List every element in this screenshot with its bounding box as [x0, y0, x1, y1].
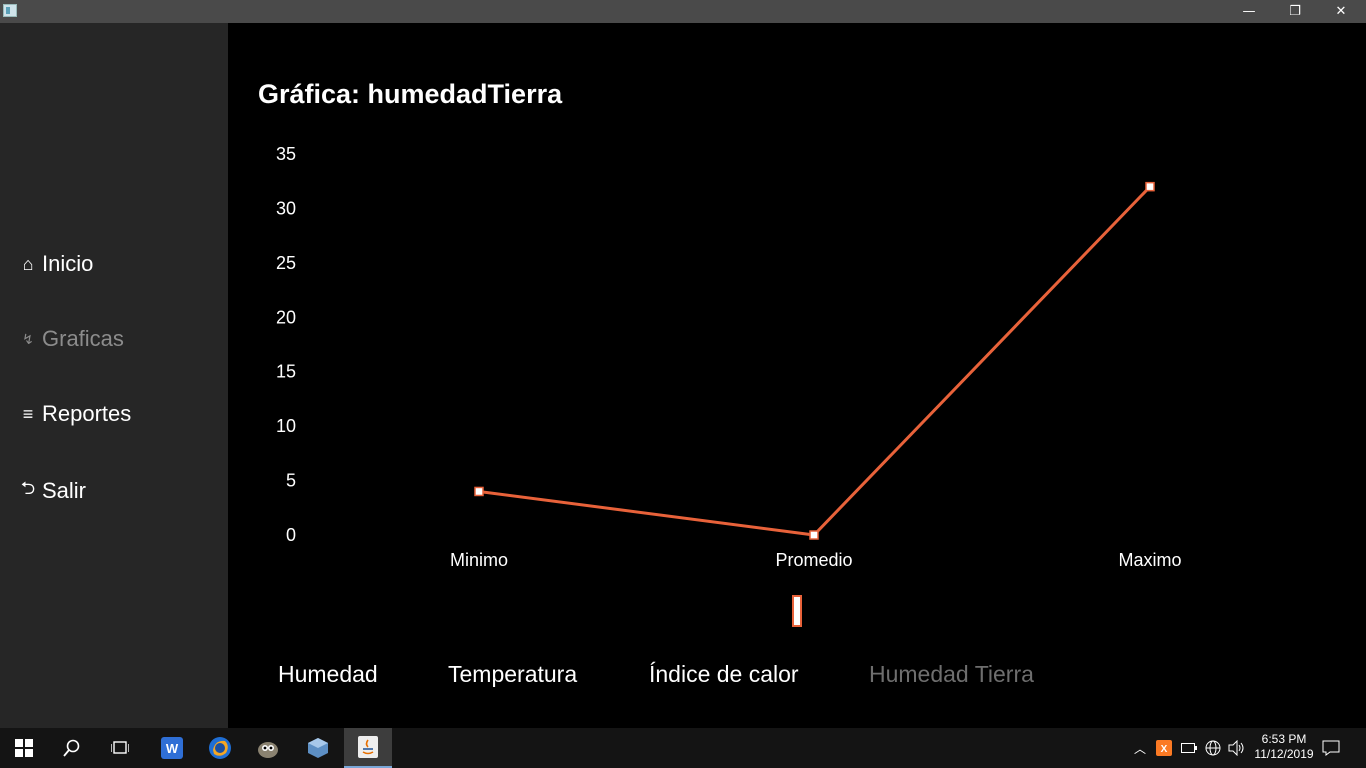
notification-icon [1322, 740, 1340, 756]
wps-icon: W [161, 737, 183, 759]
globe-icon [1205, 740, 1221, 756]
y-tick-label: 35 [276, 144, 296, 164]
sidebar-item-reportes[interactable]: ≡ Reportes [20, 401, 132, 427]
tray-battery[interactable] [1181, 728, 1197, 768]
data-point-marker[interactable] [809, 530, 819, 540]
virtualbox-icon [308, 738, 328, 758]
sidebar-item-inicio[interactable]: ⌂ Inicio [20, 251, 94, 277]
y-tick-label: 0 [286, 525, 296, 545]
tab-humedad-tierra[interactable]: Humedad Tierra [869, 661, 1034, 688]
title-bar: — ❐ ✕ [0, 0, 1366, 23]
series-line [478, 185, 1152, 537]
sidebar-item-label: Inicio [42, 251, 94, 276]
y-tick-label: 15 [276, 362, 296, 382]
app-icon [3, 4, 17, 17]
search-button[interactable] [48, 728, 96, 768]
task-view-button[interactable] [96, 728, 144, 768]
clock-time: 6:53 PM [1261, 732, 1307, 746]
line-chart: 0 5 10 15 20 25 30 35 Minimo Promedio Maximo [276, 144, 1182, 570]
tray-volume[interactable] [1228, 728, 1246, 768]
sidebar-item-label: Reportes [42, 401, 132, 426]
y-tick-label: 20 [276, 307, 296, 327]
java-icon [358, 736, 378, 758]
taskbar-app-wps[interactable]: W [148, 728, 196, 768]
sidebar-item-label: Graficas [42, 326, 124, 351]
show-hidden-icons-button[interactable]: ︿ [1134, 728, 1146, 768]
sidebar-item-salir[interactable]: ⮌ Salir [20, 476, 86, 506]
exit-icon: ⮌ [20, 478, 36, 498]
firefox-icon [209, 737, 231, 759]
action-center-button[interactable] [1322, 728, 1340, 768]
x-tick-label: Minimo [450, 550, 508, 570]
taskbar: W ︿ X 6:53 PM 11/12/2019 [0, 728, 1366, 768]
clock-date: 11/12/2019 [1254, 747, 1314, 761]
data-point-marker[interactable] [474, 486, 484, 497]
tab-indice-calor[interactable]: Índice de calor [649, 661, 799, 688]
y-tick-label: 30 [276, 198, 296, 218]
close-button[interactable]: ✕ [1318, 0, 1364, 23]
windows-icon [15, 739, 33, 757]
tab-temperatura[interactable]: Temperatura [448, 661, 577, 688]
tray-xampp[interactable]: X [1156, 728, 1172, 768]
x-tick-label: Promedio [775, 550, 852, 570]
sidebar-item-graficas[interactable]: ↯ Graficas [20, 326, 124, 352]
chart-icon: ↯ [22, 330, 34, 347]
scroll-handle[interactable] [792, 595, 802, 627]
sidebar: ⌂ Inicio ↯ Graficas ≡ Reportes ⮌ Salir [0, 23, 228, 728]
start-button[interactable] [0, 728, 48, 768]
y-tick-label: 5 [286, 471, 296, 491]
tab-humedad[interactable]: Humedad [278, 661, 378, 688]
chevron-up-icon: ︿ [1134, 741, 1147, 756]
clock[interactable]: 6:53 PM 11/12/2019 [1246, 732, 1322, 762]
main-panel: Gráfica: humedadTierra 0 5 10 15 20 25 30 35 Min… [228, 23, 1366, 728]
battery-icon [1181, 743, 1197, 753]
task-view-icon [111, 741, 129, 754]
y-tick-label: 10 [276, 416, 296, 436]
taskbar-app-firefox[interactable] [196, 728, 244, 768]
y-tick-label: 25 [276, 253, 296, 273]
sidebar-item-label: Salir [42, 478, 87, 503]
gimp-icon [258, 742, 278, 758]
taskbar-app-java[interactable] [344, 728, 392, 768]
taskbar-app-virtualbox[interactable] [294, 728, 342, 768]
xampp-icon: X [1156, 740, 1172, 756]
data-point-marker[interactable] [1145, 181, 1155, 192]
restore-button[interactable]: ❐ [1272, 0, 1318, 23]
taskbar-app-gimp[interactable] [244, 728, 292, 768]
home-icon: ⌂ [22, 253, 34, 274]
svg-text:W: W [166, 741, 179, 756]
x-tick-label: Maximo [1118, 550, 1181, 570]
speaker-icon [1228, 740, 1244, 756]
minimize-button[interactable]: — [1226, 0, 1272, 23]
reports-icon: ≡ [22, 403, 34, 424]
svg-text:X: X [1161, 744, 1168, 755]
search-icon [63, 739, 80, 757]
tray-network[interactable] [1205, 728, 1221, 768]
